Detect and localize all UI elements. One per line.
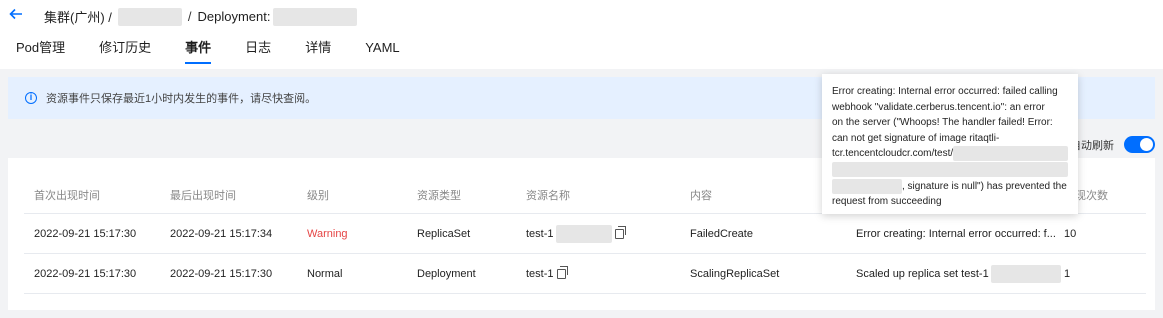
column-header-last-seen: 最后出现时间 <box>170 189 236 202</box>
cell-resource-name: test-1 <box>526 254 568 293</box>
tab-bar: Pod管理 修订历史 事件 日志 详情 YAML <box>16 40 434 64</box>
breadcrumb-deployment-label: Deployment: <box>197 9 271 24</box>
tooltip-line: , signature is null") has prevented the <box>832 178 1068 195</box>
cell-last-seen: 2022-09-21 15:17:30 <box>170 267 273 280</box>
tooltip-redacted-line <box>832 161 1068 179</box>
column-header-level: 级别 <box>307 189 329 202</box>
tooltip-line-text: tcr.tencentcloudcr.com/test/ <box>832 148 954 159</box>
cell-reason: FailedCreate <box>690 227 753 240</box>
cell-message[interactable]: Scaled up replica set test-1 <box>856 254 1061 293</box>
tab-logs[interactable]: 日志 <box>245 40 271 64</box>
arrow-left-icon[interactable] <box>8 6 24 22</box>
tab-events[interactable]: 事件 <box>185 40 212 64</box>
tooltip-line-text: , signature is null") has prevented the <box>902 180 1067 192</box>
tooltip-line: request from succeeding <box>832 196 942 207</box>
cell-resource-name: test-1 <box>526 214 626 253</box>
tooltip-line: Error creating: Internal error occurred:… <box>832 86 1058 97</box>
auto-refresh: 自动刷新 <box>1070 136 1155 153</box>
cell-first-seen: 2022-09-21 15:17:30 <box>34 227 137 240</box>
tooltip-line: tcr.tencentcloudcr.com/test/ <box>832 146 1068 162</box>
cell-resource-type: ReplicaSet <box>417 227 471 240</box>
tab-yaml[interactable]: YAML <box>365 40 399 64</box>
redacted-image-path <box>953 146 1068 162</box>
top-bar: 集群(广州) / / Deployment: Pod管理 修订历史 事件 日志 … <box>0 0 1163 69</box>
toggle-knob <box>1140 138 1153 151</box>
column-header-first-seen: 首次出现时间 <box>34 189 100 202</box>
copy-icon[interactable] <box>614 225 626 239</box>
column-header-content: 内容 <box>690 189 712 202</box>
cell-reason: ScalingReplicaSet <box>690 267 780 280</box>
breadcrumb: 集群(广州) / / Deployment: <box>44 7 357 26</box>
message-text: Scaled up replica set test-1 <box>856 267 989 280</box>
tab-revision-history[interactable]: 修订历史 <box>99 40 151 64</box>
cell-count: 10 <box>1064 227 1077 240</box>
cell-count: 1 <box>1064 267 1071 280</box>
cell-resource-type: Deployment <box>417 267 476 280</box>
breadcrumb-cluster[interactable]: 集群(广州) / <box>44 7 112 26</box>
info-icon: i <box>25 92 37 104</box>
cell-level: Normal <box>307 267 343 280</box>
tab-pod-management[interactable]: Pod管理 <box>16 40 65 64</box>
table-row: 2022-09-21 15:17:30 2022-09-21 15:17:30 … <box>24 254 1146 294</box>
tab-details[interactable]: 详情 <box>305 40 331 64</box>
notice-text: 资源事件只保存最近1小时内发生的事件，请尽快查阅。 <box>46 93 317 105</box>
copy-icon[interactable] <box>556 265 568 279</box>
redacted-image-path <box>832 161 1068 177</box>
column-header-resource-type: 资源类型 <box>417 189 461 202</box>
breadcrumb-separator: / <box>187 9 192 24</box>
cell-last-seen: 2022-09-21 15:17:34 <box>170 227 273 240</box>
resource-name-text: test-1 <box>526 267 554 280</box>
redacted-replica-suffix <box>990 264 1061 283</box>
redacted-namespace <box>117 7 182 26</box>
cell-first-seen: 2022-09-21 15:17:30 <box>34 267 137 280</box>
redacted-resource-suffix <box>555 224 612 243</box>
redacted-deployment-name <box>272 7 357 26</box>
resource-name-text: test-1 <box>526 227 554 240</box>
redacted-image-tag <box>832 178 902 194</box>
tooltip-line: can not get signature of image ritaqtli- <box>832 132 1000 144</box>
cell-message[interactable]: Error creating: Internal error occurred:… <box>856 214 1056 253</box>
auto-refresh-toggle[interactable] <box>1124 136 1155 153</box>
cell-level: Warning <box>307 227 348 240</box>
table-row: 2022-09-21 15:17:30 2022-09-21 15:17:34 … <box>24 214 1146 254</box>
tooltip-line: webhook "validate.cerberus.tencent.io": … <box>832 101 1045 113</box>
tooltip-line: on the server ("Whoops! The handler fail… <box>832 117 1053 128</box>
message-tooltip: Error creating: Internal error occurred:… <box>822 74 1078 214</box>
column-header-resource-name: 资源名称 <box>526 189 570 202</box>
